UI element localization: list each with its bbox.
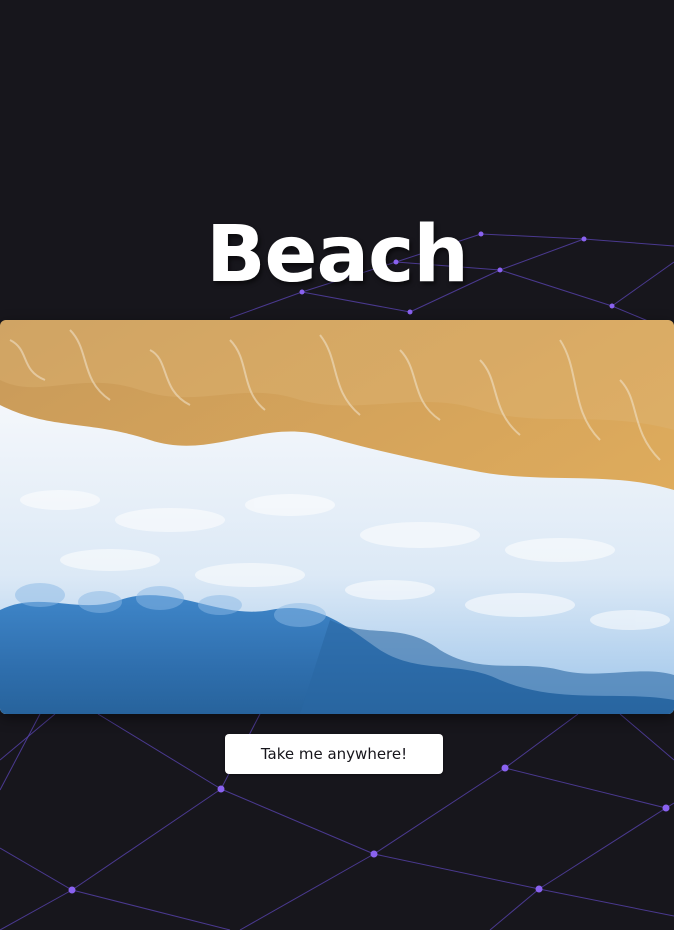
destination-page: Beach Take me anywhere! <box>0 0 674 930</box>
take-me-anywhere-button[interactable]: Take me anywhere! <box>225 734 443 774</box>
beach-hero-image <box>0 320 674 714</box>
beach-waves-illustration <box>0 320 674 714</box>
page-title: Beach <box>206 210 469 300</box>
